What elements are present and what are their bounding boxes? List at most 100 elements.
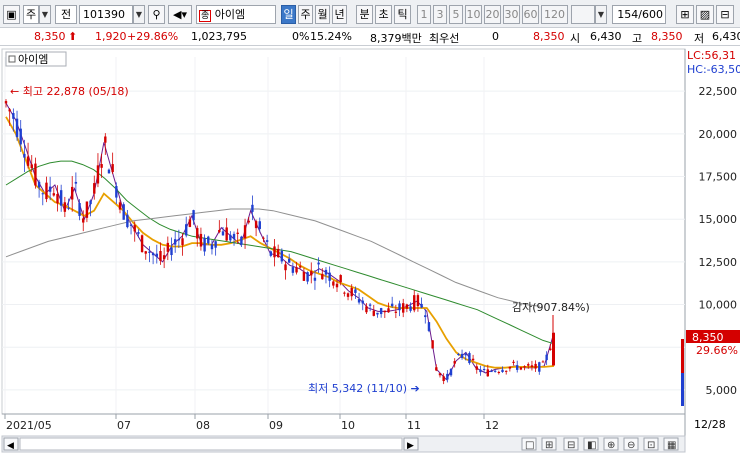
scroll-track[interactable] (19, 437, 403, 451)
open-price: 6,430 (590, 30, 622, 43)
chevron-down-icon[interactable]: ▼ (133, 5, 145, 24)
high-label: 고 (632, 32, 643, 45)
candle-down (59, 190, 63, 206)
candle-down (265, 240, 269, 242)
y-tick-label: 15,000 (699, 213, 738, 226)
price-change: 1,920 (95, 30, 127, 43)
volume: 1,023,795 (191, 30, 247, 43)
low-label: 저 (694, 32, 705, 45)
interval-5[interactable]: 5 (449, 5, 463, 24)
y-tick-label: 17,500 (699, 171, 738, 184)
candle-down (122, 204, 125, 220)
tab-second[interactable]: 초 (375, 5, 392, 24)
category-button[interactable]: 전 (55, 5, 77, 24)
low-annotation: 최저 5,342 (11/10) ➔ (308, 382, 420, 395)
candle-up (188, 219, 192, 227)
candle-up (218, 229, 221, 233)
grid-icon[interactable]: ⊞ (676, 5, 694, 24)
chart-area[interactable]: 아이엠 ← 최고 22,878 (05/18) 최저 5,342 (11/10)… (0, 47, 740, 454)
tab-tick[interactable]: 틱 (394, 5, 411, 24)
tab-monthly[interactable]: 월 (315, 5, 330, 24)
window-icon[interactable]: ▣ (3, 5, 20, 24)
candle-up (30, 164, 33, 169)
settings-icon[interactable]: ⊟ (716, 5, 734, 24)
price-tag-label: 8,350 (692, 331, 724, 344)
candle-up (26, 156, 30, 166)
tab-daily[interactable]: 일 (281, 5, 296, 24)
candle-up (383, 310, 387, 313)
candle-down (126, 214, 129, 228)
sense-annotation: 감자(907.84%) (512, 301, 590, 314)
candle-down (151, 253, 155, 256)
candle-down (464, 353, 467, 356)
candle-up (111, 164, 114, 173)
tab-yearly[interactable]: 년 (332, 5, 347, 24)
candle-down (67, 207, 70, 209)
stock-name-field[interactable]: 종 아이엠 (196, 5, 276, 24)
candle-down (269, 251, 273, 256)
best-value: 0 (492, 30, 499, 43)
candle-up (82, 218, 85, 223)
interval-1[interactable]: 1 (417, 5, 431, 24)
candle-up (310, 271, 313, 276)
zoom-icon: ⊞ (545, 440, 553, 451)
candle-down (379, 308, 383, 315)
candle-up (262, 237, 265, 239)
speaker-icon[interactable]: ◀▾ (168, 5, 192, 24)
candle-down (420, 303, 423, 308)
candle-down (324, 269, 328, 275)
interval-10[interactable]: 10 (465, 5, 482, 24)
end-date: 12/28 (694, 418, 726, 431)
candle-down (291, 267, 295, 273)
up-arrow-icon: ⬆ (68, 30, 78, 43)
candle-up (236, 232, 239, 234)
candle-up (199, 233, 203, 247)
candle-down (48, 186, 52, 192)
x-tick-label: 08 (196, 419, 210, 432)
candle-up (181, 238, 184, 246)
interval-60[interactable]: 60 (522, 5, 539, 24)
interval-custom[interactable] (571, 5, 595, 24)
x-tick-label: 2021/05 (6, 419, 52, 432)
interval-30[interactable]: 30 (503, 5, 520, 24)
chevron-down-icon[interactable]: ▼ (595, 5, 607, 24)
candle-up (519, 367, 523, 370)
candle-down (313, 277, 317, 281)
interval-3[interactable]: 3 (433, 5, 447, 24)
tab-minute[interactable]: 분 (356, 5, 373, 24)
x-tick-label: 10 (341, 419, 355, 432)
interval-20[interactable]: 20 (484, 5, 501, 24)
market-select[interactable]: 주 (23, 5, 39, 24)
candle-up (93, 183, 96, 194)
zoom-icon: ⊟ (567, 440, 575, 451)
candle-down (240, 236, 243, 245)
ratio: 15.24% (310, 30, 352, 43)
count-field[interactable]: 154/600 (612, 5, 666, 24)
count-total: /600 (638, 8, 663, 21)
chart-icon[interactable]: ▨ (696, 5, 714, 24)
candle-down (501, 369, 504, 372)
trade-amount: 8,379백만 (370, 32, 422, 45)
chevron-down-icon[interactable]: ▼ (39, 5, 51, 24)
search-icon[interactable]: ⚲ (148, 5, 165, 24)
code-input[interactable]: 101390 (79, 5, 133, 24)
candle-down (368, 304, 372, 306)
candle-down (137, 232, 140, 234)
candle-up (416, 295, 420, 307)
price-chart[interactable]: 아이엠 ← 최고 22,878 (05/18) 최저 5,342 (11/10)… (0, 47, 740, 454)
candle-down (251, 204, 254, 212)
high-annotation: ← 최고 22,878 (05/18) (10, 85, 129, 98)
zoom-icon: ⊡ (647, 440, 655, 451)
candle-up (100, 164, 103, 168)
zoom-icon: ▦ (667, 440, 676, 451)
candle-up (343, 292, 346, 294)
candle-down (427, 322, 431, 331)
interval-120[interactable]: 120 (541, 5, 568, 24)
candle-down (129, 224, 133, 226)
x-tick-label: 09 (269, 419, 283, 432)
candle-down (361, 300, 364, 304)
open-label: 시 (570, 32, 581, 45)
candle-up (413, 295, 416, 311)
candle-up (512, 361, 515, 363)
tab-weekly[interactable]: 주 (298, 5, 313, 24)
